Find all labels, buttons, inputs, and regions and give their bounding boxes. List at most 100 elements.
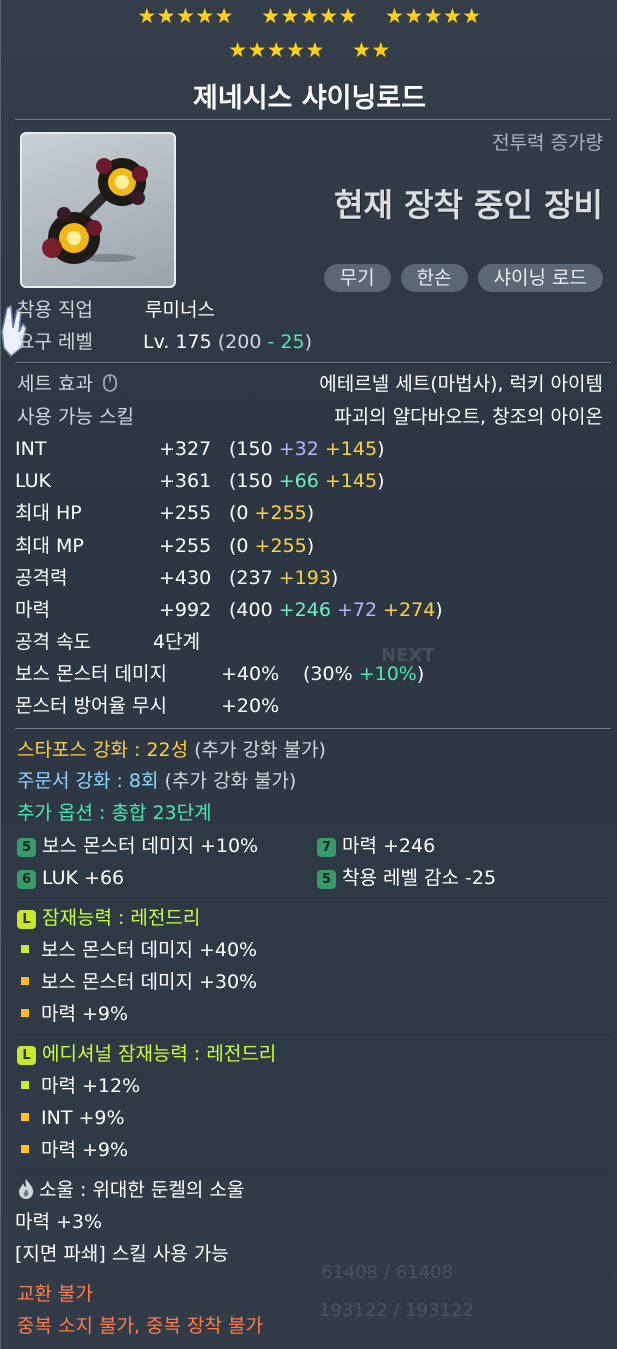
divider [15,1170,611,1171]
scroll-row: 주문서 강화 : 8회 (추가 강화 불가) [17,769,296,793]
starforce-label: 스타포스 강화 : 22성 [17,739,189,761]
stat-bonus: +72 [330,599,378,621]
required-job-label: 착용 직업 [17,299,93,321]
required-job-row: 착용 직업 [17,298,93,322]
stat-name: LUK [15,470,52,492]
stat-breakdown: (237 +193) [229,566,338,590]
stat-breakdown: (0 +255) [229,501,314,525]
required-level-row: 요구 레벨 [17,330,93,354]
stat-bonus: +274 [377,599,436,621]
bullet-icon [21,1081,29,1089]
star-force-row-2: ★★★★★ ★★ [1,37,617,63]
flame-tier-badge: 6 [17,870,36,889]
usable-skill-row: 사용 가능 스킬 [17,405,134,429]
currently-equipped-label: 현재 장착 중인 장비 [334,186,603,224]
bullet-icon [21,1009,29,1017]
additional-line-text: 마력 +12% [41,1075,141,1097]
required-job-value: 루미너스 [145,299,215,321]
usable-skill-label: 사용 가능 스킬 [17,406,134,428]
background-mp-readout: 193122 / 193122 [319,1300,474,1321]
additional-line-text: 마력 +9% [41,1139,129,1161]
stat-bonus: +246 [272,599,331,621]
stat-bonus: +145 [318,438,378,460]
attack-speed-value: 4단계 [153,631,201,653]
bullet-icon [21,977,29,985]
stat-base: (0 [229,502,249,524]
set-effect-value: 에테르넬 세트(마법사), 럭키 아이템 [319,373,603,395]
boss-base: (30% [303,663,353,685]
stat-bonus: +255 [248,535,307,557]
combat-power-increase-label: 전투력 증가량 [492,132,603,154]
flame-tier-badge: 5 [317,870,336,889]
boss-damage-label: 보스 몬스터 데미지 [15,663,167,685]
soul-effect: 마력 +3% [15,1211,103,1233]
stat-bonus: +32 [272,438,319,460]
star-group: ★★ [352,38,391,62]
potential-title: 잠재능력 : 레전드리 [42,907,201,929]
potential-line: 마력 +9% [17,1002,128,1026]
boss-close: ) [416,663,425,685]
addopt-line: 5 보스 몬스터 데미지 +10% [17,834,258,858]
bullet-icon [21,945,29,953]
required-level-value: Lv. 175 (200 - 25) [143,330,312,354]
scroll-label: 주문서 강화 : 8회 [17,770,159,792]
stat-total: +255 [159,535,212,557]
stat-base: (400 [229,599,273,621]
starforce-note: (추가 강화 불가) [194,739,326,761]
flame-tier-badge: 5 [17,838,36,857]
background-hp-readout: 61408 / 61408 [321,1262,454,1283]
stat-base: (237 [229,567,273,589]
item-category-tags: 무기 한손 샤이닝 로드 [323,264,603,292]
item-name: 제네시스 샤이닝로드 [193,83,426,114]
level-close: ) [304,331,312,353]
stat-breakdown: (150 +32 +145) [229,437,384,461]
soul-flame-icon [19,1179,34,1199]
bullet-icon [21,1145,29,1153]
stat-base: (150 [229,470,273,492]
stat-close: ) [377,438,385,460]
stat-total: +430 [159,567,212,589]
additional-option-label: 추가 옵션 : 총합 23단계 [17,802,212,824]
stat-base: (150 [229,438,273,460]
level-value: Lv. 175 [143,331,212,353]
star-group: ★★★★★ [137,4,234,28]
set-effect-label: 세트 효과 [17,373,93,395]
trade-restriction: 교환 불가 [17,1282,93,1306]
stat-bonus: +193 [272,567,331,589]
divider [15,362,611,364]
potential-title-row: L 잠재능력 : 레전드리 [17,906,200,930]
tag-shining-rod: 샤이닝 로드 [477,264,603,292]
required-level-label: 요구 레벨 [17,331,93,353]
stat-breakdown: (150 +66 +145) [229,469,384,493]
scroll-note: (추가 강화 불가) [164,770,297,792]
set-effect-row: 세트 효과 [17,372,117,396]
divider [15,119,611,121]
trade-restriction-text: 교환 불가 [17,1283,93,1305]
divider [15,1035,611,1036]
soul-title-row: 소울 : 위대한 둔켈의 소울 [17,1178,244,1202]
star-force-row-1: ★★★★★ ★★★★★ ★★★★★ [1,3,617,29]
addopt-line: 7 마력 +246 [317,834,435,858]
stat-total: +992 [159,599,212,621]
star-group: ★★★★★ [385,4,482,28]
addopt-line: 6 LUK +66 [17,866,124,890]
legendary-badge: L [17,1046,36,1065]
ignore-defense-value: +20% [221,695,280,717]
stat-base: (0 [229,535,249,557]
soul-title: 소울 : 위대한 둔켈의 소울 [39,1179,245,1201]
bullet-icon [21,1113,29,1121]
addopt-line: 5 착용 레벨 감소 -25 [317,866,496,890]
stat-total: +361 [159,470,212,492]
potential-line-text: 보스 몬스터 데미지 +40% [41,939,258,961]
divider [15,898,611,899]
additional-potential-line: 마력 +9% [17,1138,128,1162]
starforce-row: 스타포스 강화 : 22성 (추가 강화 불가) [17,738,326,762]
additional-potential-title: 에디셔널 잠재능력 : 레전드리 [42,1043,277,1065]
unique-restriction-text: 중복 소지 불가, 중복 장착 불가 [17,1315,263,1337]
stat-total: +327 [159,438,212,460]
additional-potential-line: INT +9% [17,1106,125,1130]
stat-name: 마력 [15,599,50,621]
stat-bonus: +255 [248,502,307,524]
mouse-icon [103,374,117,392]
stat-total: +255 [159,502,212,524]
